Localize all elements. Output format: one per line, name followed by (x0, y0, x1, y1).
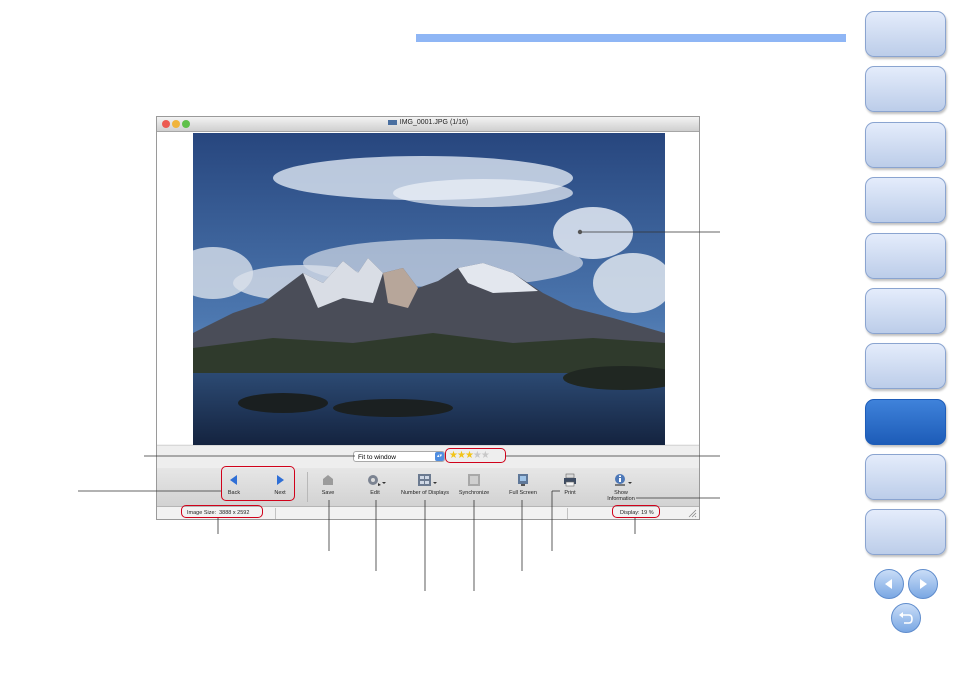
callout-leader-lines (78, 229, 720, 591)
